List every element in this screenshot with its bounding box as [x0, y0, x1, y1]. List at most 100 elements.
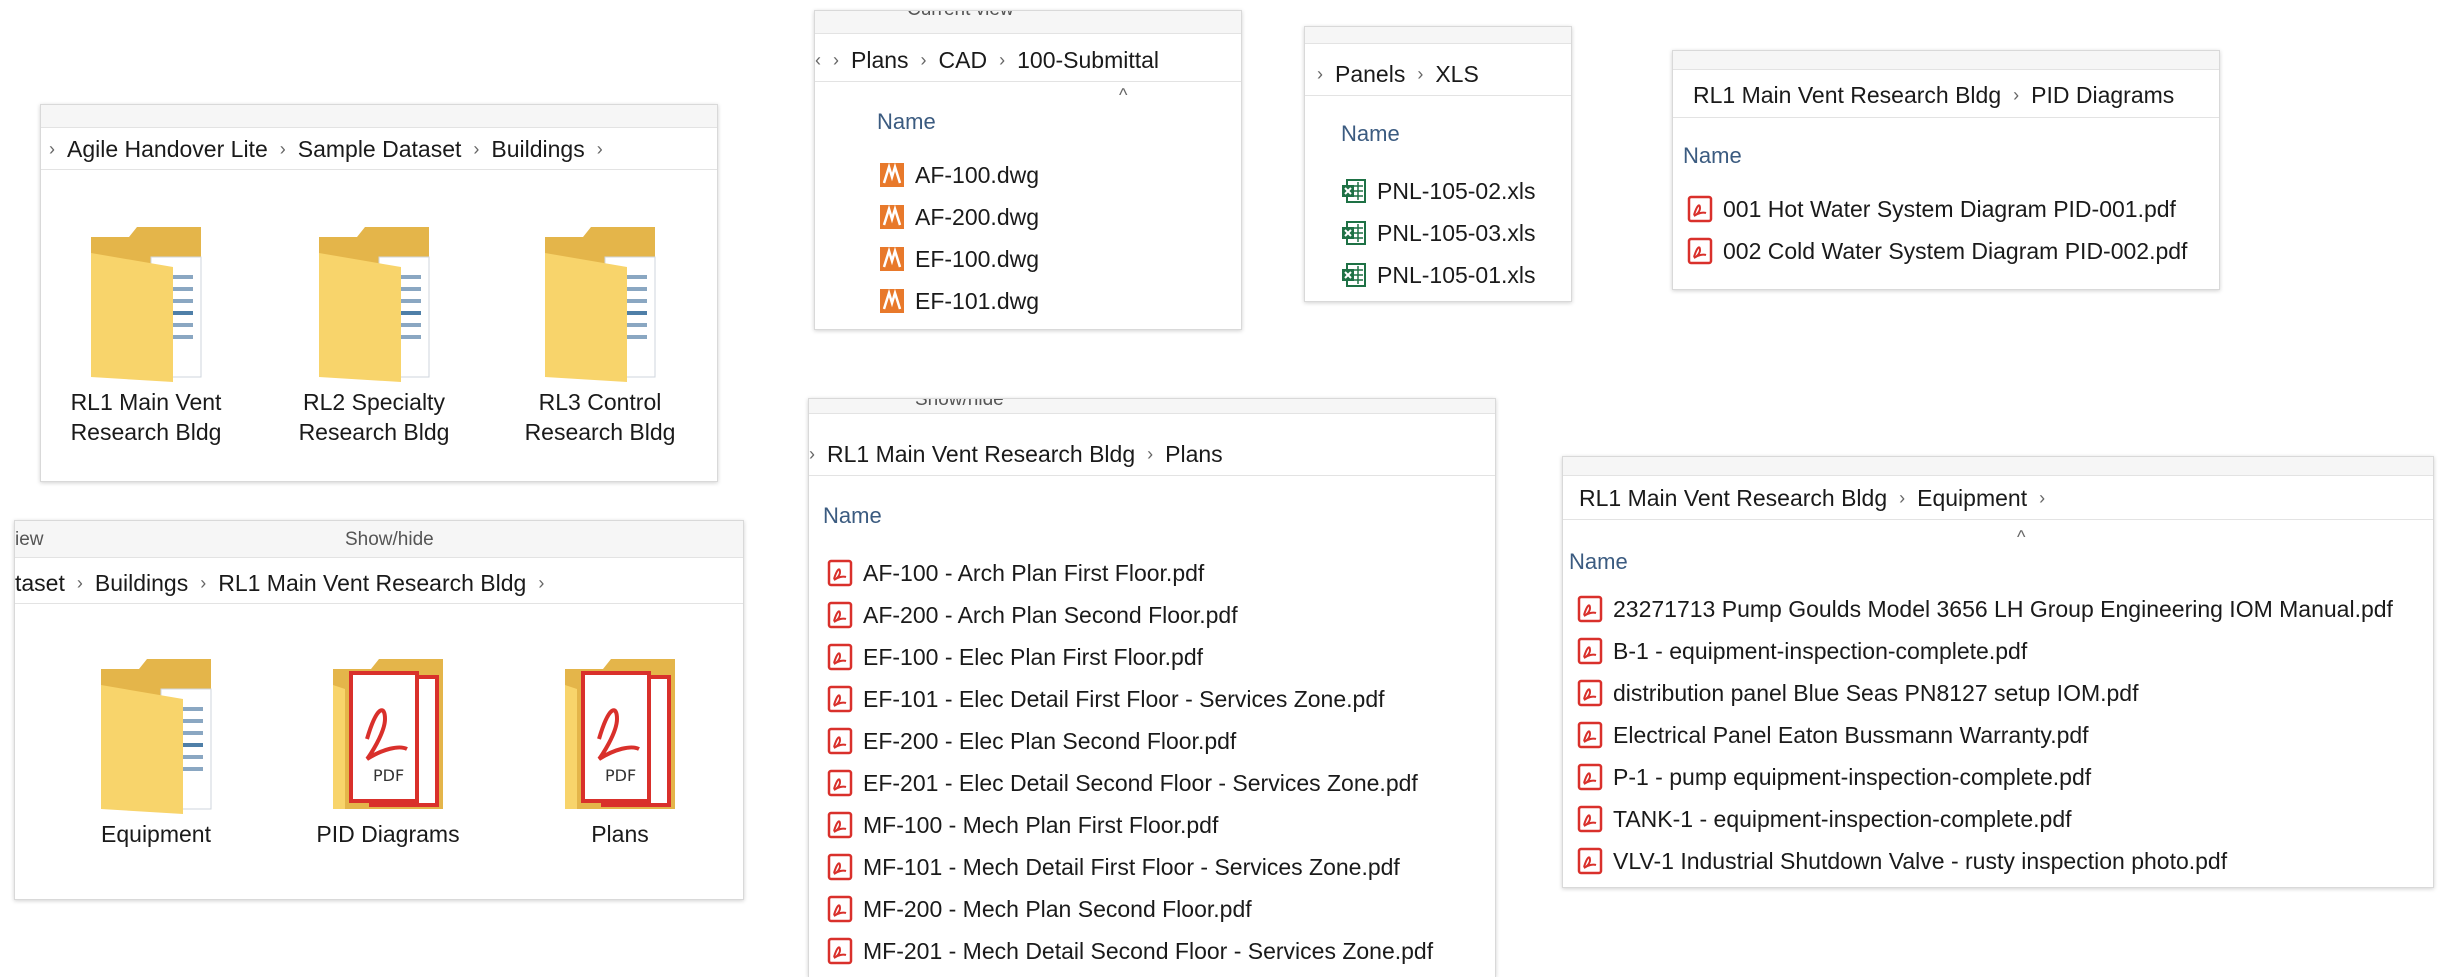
column-header-name[interactable]: Name: [1569, 549, 1628, 575]
column-header-name[interactable]: Name: [1341, 121, 1400, 147]
list-item[interactable]: 23271713 Pump Goulds Model 3656 LH Group…: [1577, 595, 2393, 623]
pdf-file-icon: [827, 937, 853, 965]
list-item[interactable]: Electrical Panel Eaton Bussmann Warranty…: [1577, 721, 2089, 749]
list-item[interactable]: EF-100.dwg: [879, 245, 1039, 273]
column-header-name[interactable]: Name: [1683, 143, 1742, 169]
breadcrumb-item[interactable]: RL1 Main Vent Research Bldg: [1579, 485, 1887, 512]
chevron-right-icon: ›: [1417, 63, 1424, 84]
chevron-right-icon: ›: [76, 572, 83, 593]
breadcrumb-item[interactable]: RL1 Main Vent Research Bldg: [218, 570, 526, 597]
list-item[interactable]: EF-200 - Elec Plan Second Floor.pdf: [827, 727, 1236, 755]
breadcrumb-item[interactable]: Sample Dataset: [298, 136, 462, 163]
breadcrumb-item[interactable]: 100-Submittal: [1017, 47, 1159, 74]
list-item[interactable]: VLV-1 Industrial Shutdown Valve - rusty …: [1577, 847, 2227, 875]
breadcrumb-item[interactable]: Panels: [1335, 61, 1405, 88]
ribbon-group-show-hide[interactable]: Show/hide: [345, 529, 434, 551]
breadcrumb-item[interactable]: Agile Handover Lite: [67, 136, 268, 163]
list-item[interactable]: TANK-1 - equipment-inspection-complete.p…: [1577, 805, 2072, 833]
list-item[interactable]: PNL-105-02.xls: [1341, 177, 1536, 205]
list-item[interactable]: MF-200 - Mech Plan Second Floor.pdf: [827, 895, 1252, 923]
pdf-folder-icon: PDF: [333, 659, 443, 809]
breadcrumb-item[interactable]: Plans: [851, 47, 909, 74]
breadcrumb-item[interactable]: CAD: [939, 47, 988, 74]
list-item[interactable]: 001 Hot Water System Diagram PID-001.pdf: [1687, 195, 2176, 223]
pdf-file-icon: [827, 811, 853, 839]
ribbon-strip: [1563, 457, 2433, 476]
list-item[interactable]: AF-200 - Arch Plan Second Floor.pdf: [827, 601, 1238, 629]
chevron-right-icon[interactable]: ›: [2039, 488, 2045, 509]
breadcrumb: RL1 Main Vent Research Bldg › Equipment …: [1563, 477, 2433, 520]
ribbon-strip: [1305, 27, 1571, 44]
breadcrumb-item[interactable]: Equipment: [1917, 485, 2027, 512]
breadcrumb: taset › Buildings › RL1 Main Vent Resear…: [15, 563, 743, 604]
list-item[interactable]: EF-100 - Elec Plan First Floor.pdf: [827, 643, 1203, 671]
folder-icon: [319, 227, 430, 382]
pdf-folder-icon: PDF: [565, 659, 675, 809]
folder-label: PID Diagrams: [316, 821, 460, 847]
breadcrumb-item[interactable]: RL1 Main Vent Research Bldg: [1693, 82, 2001, 109]
list-item[interactable]: EF-201 - Elec Detail Second Floor - Serv…: [827, 769, 1418, 797]
breadcrumb: › RL1 Main Vent Research Bldg › Plans: [809, 433, 1495, 476]
list-item[interactable]: PNL-105-03.xls: [1341, 219, 1536, 247]
pdf-file-icon: [827, 559, 853, 587]
list-item[interactable]: MF-101 - Mech Detail First Floor - Servi…: [827, 853, 1400, 881]
folder-tile-rl1[interactable]: RL1 Main Vent Research Bldg: [61, 217, 231, 447]
chevron-right-icon: ›: [1317, 63, 1323, 84]
chevron-right-icon: ›: [999, 49, 1006, 70]
pdf-file-icon: [827, 853, 853, 881]
breadcrumb-item[interactable]: Plans: [1165, 441, 1223, 468]
list-item[interactable]: PNL-105-01.xls: [1341, 261, 1536, 289]
folder-tile-plans[interactable]: PDF Plans: [535, 649, 705, 849]
list-item[interactable]: EF-101 - Elec Detail First Floor - Servi…: [827, 685, 1385, 713]
breadcrumb: › Agile Handover Lite › Sample Dataset ›…: [41, 129, 717, 170]
folder-tile-pid-diagrams[interactable]: PDF PID Diagrams: [303, 649, 473, 849]
list-item[interactable]: AF-200.dwg: [879, 203, 1039, 231]
pdf-file-icon: [1687, 237, 1713, 265]
breadcrumb-item[interactable]: Buildings: [491, 136, 584, 163]
autocad-file-icon: [880, 246, 904, 271]
excel-file-icon: [1342, 263, 1366, 287]
breadcrumb-item[interactable]: PID Diagrams: [2031, 82, 2174, 109]
chevron-right-icon: ›: [200, 572, 207, 593]
folder-tile-rl3[interactable]: RL3 Control Research Bldg: [515, 217, 685, 447]
chevron-right-icon: ›: [809, 443, 815, 464]
sort-ascending-icon: ^: [1119, 85, 1128, 105]
breadcrumb: RL1 Main Vent Research Bldg › PID Diagra…: [1673, 73, 2219, 118]
breadcrumb-item[interactable]: XLS: [1435, 61, 1478, 88]
rl1-folder-window: iew Show/hide taset › Buildings › RL1 Ma…: [14, 520, 744, 900]
autocad-file-icon: [880, 204, 904, 229]
list-item[interactable]: MF-100 - Mech Plan First Floor.pdf: [827, 811, 1218, 839]
chevron-right-icon: ›: [279, 138, 286, 159]
ribbon-group-show-hide[interactable]: Show/hide: [915, 399, 1004, 411]
ribbon-group-current-view[interactable]: Current view: [907, 11, 1014, 21]
list-item[interactable]: AF-100 - Arch Plan First Floor.pdf: [827, 559, 1204, 587]
folder-tile-equipment[interactable]: Equipment: [71, 649, 241, 849]
breadcrumb-item[interactable]: Buildings: [95, 570, 188, 597]
breadcrumb-item[interactable]: taset: [15, 570, 65, 597]
list-item[interactable]: P-1 - pump equipment-inspection-complete…: [1577, 763, 2091, 791]
list-item[interactable]: MF-201 - Mech Detail Second Floor - Serv…: [827, 937, 1433, 965]
ribbon-strip: [41, 105, 717, 128]
chevron-right-icon[interactable]: ›: [597, 139, 603, 160]
list-item[interactable]: distribution panel Blue Seas PN8127 setu…: [1577, 679, 2139, 707]
column-header-name[interactable]: Name: [823, 503, 882, 529]
folder-tile-rl2[interactable]: RL2 Specialty Research Bldg: [289, 217, 459, 447]
pdf-file-icon: [827, 685, 853, 713]
pdf-file-icon: [827, 895, 853, 923]
list-item[interactable]: AF-100.dwg: [879, 161, 1039, 189]
cad-window: Current view ‹ › Plans › CAD › 100-Submi…: [814, 10, 1242, 330]
chevron-right-icon: ›: [920, 49, 927, 70]
ribbon-strip: [815, 11, 1241, 34]
pdf-file-icon: [1687, 195, 1713, 223]
list-item[interactable]: EF-101.dwg: [879, 287, 1039, 315]
ribbon-strip: [809, 399, 1495, 414]
breadcrumb-item[interactable]: RL1 Main Vent Research Bldg: [827, 441, 1135, 468]
column-header-name[interactable]: Name: [877, 109, 936, 135]
pdf-file-icon: [827, 769, 853, 797]
chevron-right-icon[interactable]: ›: [538, 573, 544, 594]
pdf-file-icon: [1577, 595, 1603, 623]
chevron-right-icon: ›: [1147, 443, 1154, 464]
list-item[interactable]: B-1 - equipment-inspection-complete.pdf: [1577, 637, 2027, 665]
ribbon-group-view[interactable]: iew: [15, 529, 44, 551]
list-item[interactable]: 002 Cold Water System Diagram PID-002.pd…: [1687, 237, 2187, 265]
